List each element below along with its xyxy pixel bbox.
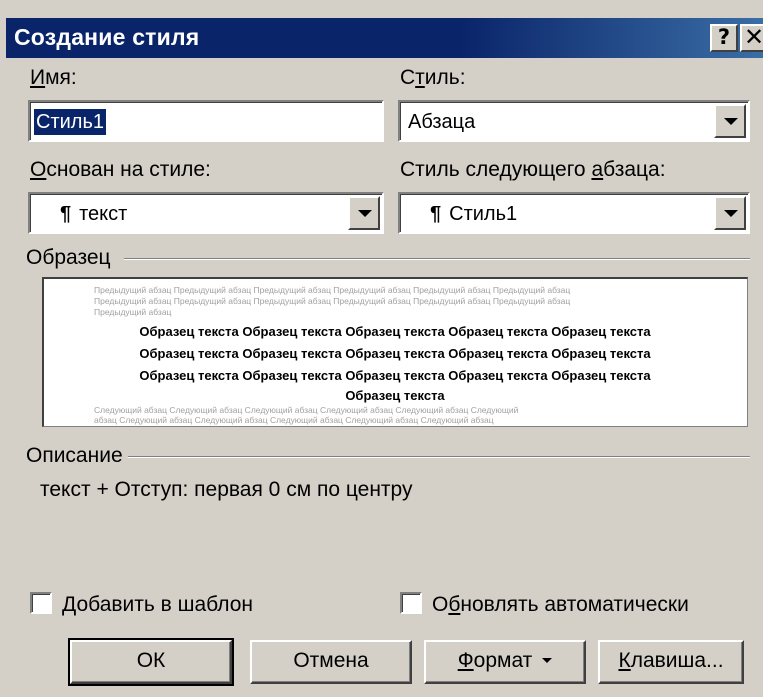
name-input-value: Стиль1 (34, 109, 106, 135)
auto-update-checkbox[interactable] (400, 592, 422, 614)
dialog-title: Создание стиля (14, 24, 200, 50)
add-to-template-checkbox[interactable] (30, 592, 52, 614)
based-on-dropdown-button[interactable] (348, 196, 380, 230)
create-style-dialog: Создание стиля ? ✕ Имя: Стиль1 Стиль: Аб… (0, 0, 763, 697)
name-input[interactable]: Стиль1 (28, 100, 384, 142)
dropdown-arrow-icon (542, 658, 553, 663)
description-group-divider (128, 456, 750, 458)
previous-paragraph-line: Предыдущий абзац (94, 307, 172, 317)
description-text: текст + Отступ: первая 0 см по центру (40, 478, 413, 501)
previous-paragraph-line: Предыдущий абзац Предыдущий абзац Предыд… (94, 296, 571, 306)
title-bar: Создание стиля ? ✕ (6, 18, 763, 58)
next-style-dropdown-button[interactable] (714, 196, 746, 230)
style-type-value: Абзаца (408, 111, 476, 133)
description-group-label: Описание (26, 444, 123, 467)
sample-text-line: Образец текста Образец текста Образец те… (139, 324, 651, 339)
sample-text-line: Образец текста Образец текста Образец те… (139, 346, 651, 361)
auto-update-label[interactable]: Обновлять автоматически (432, 593, 689, 617)
name-label: Имя: (30, 66, 77, 89)
based-on-combobox[interactable]: ¶ текст (28, 192, 384, 234)
next-style-label: Стиль следующего абзаца: (400, 158, 666, 181)
style-type-dropdown-button[interactable] (714, 104, 746, 138)
help-icon: ? (717, 25, 731, 49)
previous-paragraph-line: Предыдущий абзац Предыдущий абзац Предыд… (94, 285, 571, 295)
add-to-template-label[interactable]: Добавить в шаблон (62, 593, 253, 617)
sample-group-label: Образец (26, 246, 111, 269)
next-paragraph-line: абзац Следующий абзац Следующий абзац Сл… (94, 415, 494, 425)
cancel-button[interactable]: Отмена (250, 640, 412, 684)
close-icon: ✕ (743, 23, 763, 51)
sample-text-line: Образец текста Образец текста Образец те… (139, 368, 651, 383)
shortcut-key-button[interactable]: Клавиша... (598, 640, 744, 684)
chevron-down-icon (724, 210, 738, 217)
sample-group-divider (124, 258, 750, 260)
format-button[interactable]: Формат (424, 640, 586, 684)
chevron-down-icon (724, 118, 738, 125)
style-preview: Предыдущий абзац Предыдущий абзац Предыд… (42, 277, 748, 427)
based-on-value: ¶ текст (60, 203, 128, 225)
style-type-label: Стиль: (400, 66, 466, 89)
based-on-label: Основан на стиле: (30, 158, 211, 181)
chevron-down-icon (358, 210, 372, 217)
help-button[interactable]: ? (710, 24, 738, 52)
sample-text-line: Образец текста (345, 388, 445, 403)
next-paragraph-line: Следующий абзац Следующий абзац Следующи… (94, 405, 519, 415)
next-style-combobox[interactable]: ¶ Стиль1 (398, 192, 750, 234)
style-type-combobox[interactable]: Абзаца (398, 100, 750, 142)
next-style-value: ¶ Стиль1 (430, 203, 518, 225)
close-button[interactable]: ✕ (740, 24, 763, 52)
pilcrow-icon: ¶ (430, 203, 442, 225)
pilcrow-icon: ¶ (60, 203, 72, 225)
ok-button[interactable]: ОК (68, 638, 234, 686)
